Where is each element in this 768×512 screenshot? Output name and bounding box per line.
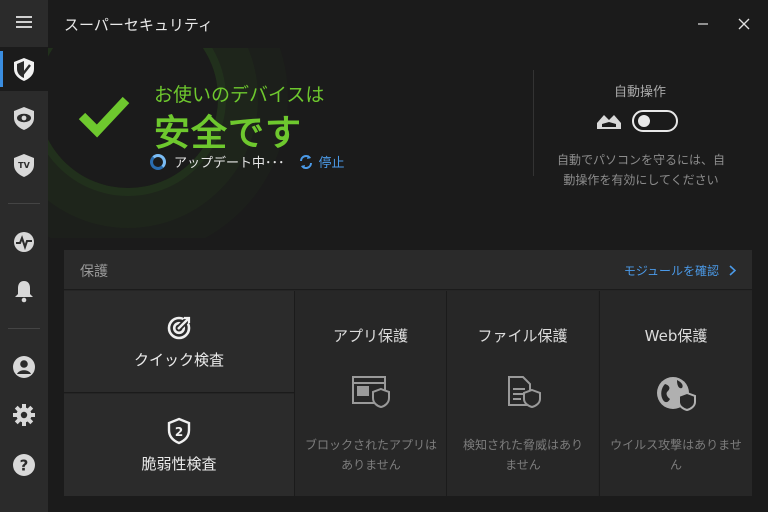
autopilot-toggle[interactable] <box>632 110 678 132</box>
status-area: お使いのデバイスは 安全です アップデート中･･･ 停止 自動操作 自動でパソコ… <box>48 48 768 238</box>
check-icon <box>78 96 130 138</box>
module-description: ウイルス攻撃はありません <box>610 438 742 472</box>
stop-label: 停止 <box>318 156 345 171</box>
app-protection-module[interactable]: アプリ保護 ブロックされたアプリはありません <box>294 291 446 496</box>
status-subtitle: お使いのデバイスは <box>154 84 325 106</box>
close-icon <box>738 18 750 30</box>
sidebar-item-activity[interactable] <box>0 220 48 264</box>
loading-spinner-icon <box>150 153 166 170</box>
module-description: 検知された脅威はありません <box>462 438 583 472</box>
tv-shield-icon: TV <box>14 154 34 177</box>
sidebar: TV ? <box>0 0 48 512</box>
activity-icon <box>14 232 34 252</box>
settings-icon <box>13 404 35 426</box>
minimize-button[interactable] <box>691 12 715 36</box>
sidebar-item-account[interactable] <box>0 345 48 389</box>
sidebar-item-settings[interactable] <box>0 393 48 437</box>
file-protection-module[interactable]: ファイル保護 検知された脅威はありません <box>446 291 598 496</box>
scan-divider <box>64 392 294 393</box>
module-title: Web保護 <box>644 327 708 345</box>
autopilot-title: 自動操作 <box>613 85 666 100</box>
globe-shield-icon <box>657 377 696 412</box>
autopilot-control <box>596 110 678 132</box>
sidebar-item-protection[interactable] <box>0 47 48 91</box>
autopilot-description: 自動でパソコンを守るには、自動操作を有効にしてください <box>556 153 725 187</box>
bell-icon <box>15 281 33 303</box>
view-modules-link[interactable]: モジュールを確認 <box>624 262 736 279</box>
sidebar-divider <box>8 203 40 204</box>
target-icon <box>167 315 192 339</box>
module-title: アプリ保護 <box>332 327 408 345</box>
help-icon: ? <box>13 454 35 476</box>
app-title: スーパーセキュリティ <box>64 16 213 34</box>
eye-icon <box>14 107 34 130</box>
panel-header: 保護 モジュールを確認 <box>64 250 752 290</box>
autopilot-divider <box>533 70 534 176</box>
refresh-icon <box>299 154 312 169</box>
shield-icon <box>14 58 34 81</box>
minimize-icon <box>698 23 708 25</box>
menu-icon <box>16 16 32 28</box>
file-shield-icon <box>507 376 541 409</box>
svg-text:2: 2 <box>175 425 183 439</box>
close-button[interactable] <box>732 12 756 36</box>
sidebar-divider <box>8 328 40 329</box>
chevron-right-icon <box>729 265 736 276</box>
app-window-shield-icon <box>351 376 390 409</box>
autopilot-icon <box>597 115 621 129</box>
svg-text:TV: TV <box>18 161 30 170</box>
stop-update-link[interactable]: 停止 <box>299 152 345 171</box>
account-icon <box>13 356 35 378</box>
module-title: ファイル保護 <box>477 327 568 345</box>
sidebar-item-help[interactable]: ? <box>0 443 48 487</box>
view-modules-label: モジュールを確認 <box>623 264 719 278</box>
protection-panel: 保護 モジュールを確認 クイック検査 2 脆弱性検査 アプリ保護 ブロックされた… <box>64 250 752 496</box>
web-protection-module[interactable]: Web保護 ウイルス攻撃はありません <box>599 291 752 496</box>
sidebar-item-privacy[interactable] <box>0 96 48 140</box>
vulnerability-scan-button[interactable]: 2 脆弱性検査 <box>64 394 294 496</box>
module-description: ブロックされたアプリはありません <box>305 438 438 472</box>
quick-scan-label: クイック検査 <box>133 350 224 369</box>
update-text: アップデート中･･･ <box>174 156 285 171</box>
vulnerability-scan-label: 脆弱性検査 <box>141 454 217 473</box>
menu-button[interactable] <box>0 0 48 44</box>
toggle-knob <box>638 115 650 127</box>
vulnerability-icon: 2 <box>167 417 191 444</box>
update-status: アップデート中･･･ 停止 <box>150 152 345 171</box>
title-bar: スーパーセキュリティ <box>48 0 768 48</box>
sidebar-item-utilities[interactable]: TV <box>0 143 48 187</box>
svg-text:?: ? <box>20 457 29 475</box>
panel-title: 保護 <box>80 264 108 280</box>
quick-scan-button[interactable]: クイック検査 <box>64 291 294 393</box>
sidebar-item-notifications[interactable] <box>0 269 48 313</box>
status-headline: 安全です <box>154 113 303 154</box>
